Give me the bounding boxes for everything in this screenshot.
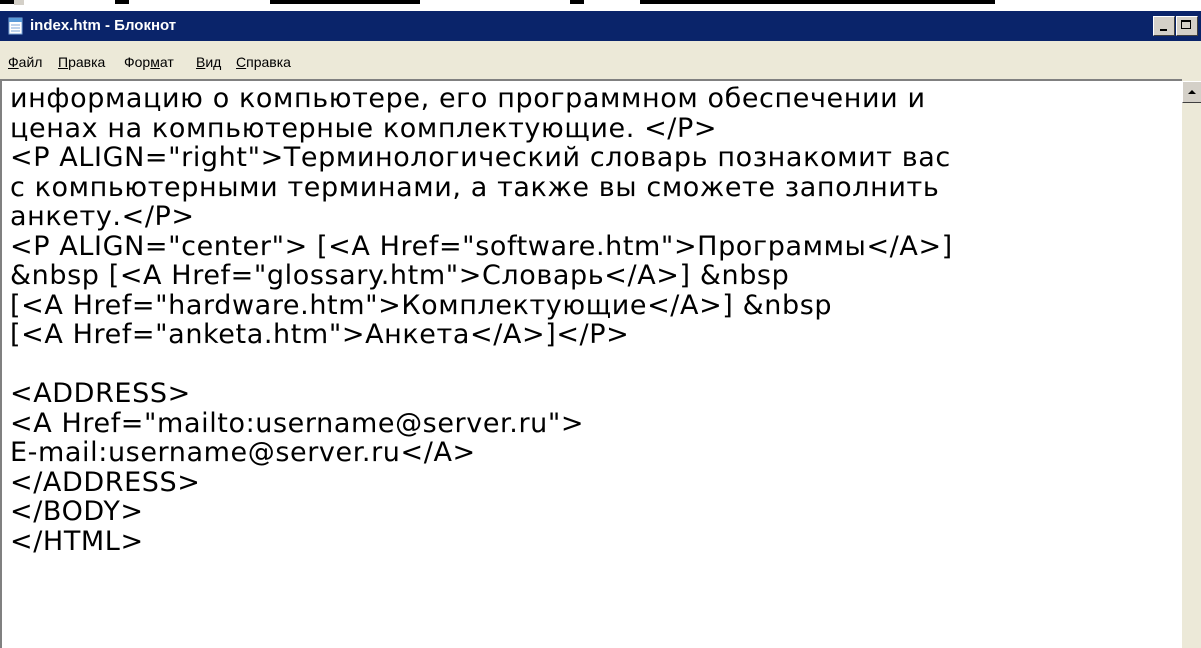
notepad-window: index.htm - Блокнот Файл Правка Формат В… xyxy=(0,0,1201,648)
maximize-icon xyxy=(1181,20,1191,29)
scroll-up-arrow-icon xyxy=(1188,90,1196,94)
menu-edit[interactable]: Правка xyxy=(58,54,105,70)
text-line: E-mail:username@server.ru</A> xyxy=(10,437,476,468)
scroll-up-button[interactable] xyxy=(1182,81,1201,103)
vertical-scrollbar[interactable] xyxy=(1182,79,1201,648)
text-line: с компьютерными терминами, а также вы см… xyxy=(10,171,940,203)
title-bar[interactable]: index.htm - Блокнот xyxy=(0,11,1201,41)
menu-view[interactable]: Вид xyxy=(196,54,221,70)
text-line: информацию о компьютере, его программном… xyxy=(10,83,926,114)
notepad-icon xyxy=(8,17,24,35)
maximize-button[interactable] xyxy=(1176,16,1198,36)
menu-bar: Файл Правка Формат Вид Справка xyxy=(0,48,1201,76)
text-line: </HTML> xyxy=(10,525,144,557)
background-strip xyxy=(0,0,1201,11)
text-line: [<A Href="hardware.htm">Комплектующие</A… xyxy=(10,289,833,321)
text-line: <P ALIGN="right">Терминологический слова… xyxy=(10,142,951,173)
text-line: &nbsp [<A Href="glossary.htm">Словарь</A… xyxy=(10,260,790,291)
text-line: [<A Href="anketa.htm">Анкета</A>]</P> xyxy=(10,319,630,350)
text-line: анкету.</P> xyxy=(10,201,195,232)
text-line: </ADDRESS> xyxy=(10,466,201,498)
minimize-icon xyxy=(1160,29,1167,31)
text-line: </BODY> xyxy=(10,496,144,527)
text-line: <P ALIGN="center"> [<A Href="software.ht… xyxy=(10,230,953,262)
editor-text[interactable]: информацию о компьютере, его программном… xyxy=(10,84,1180,556)
text-line: <ADDRESS> xyxy=(10,378,191,409)
menu-file[interactable]: Файл xyxy=(8,54,42,70)
menu-format[interactable]: Формат xyxy=(124,54,174,70)
window-title: index.htm - Блокнот xyxy=(30,17,177,34)
text-line: ценах на компьютерные комплектующие. </P… xyxy=(10,112,718,144)
menu-help[interactable]: Справка xyxy=(236,54,291,70)
text-line: <A Href="mailto:username@server.ru"> xyxy=(10,407,585,439)
text-line xyxy=(10,350,1180,380)
minimize-button[interactable] xyxy=(1153,16,1175,36)
